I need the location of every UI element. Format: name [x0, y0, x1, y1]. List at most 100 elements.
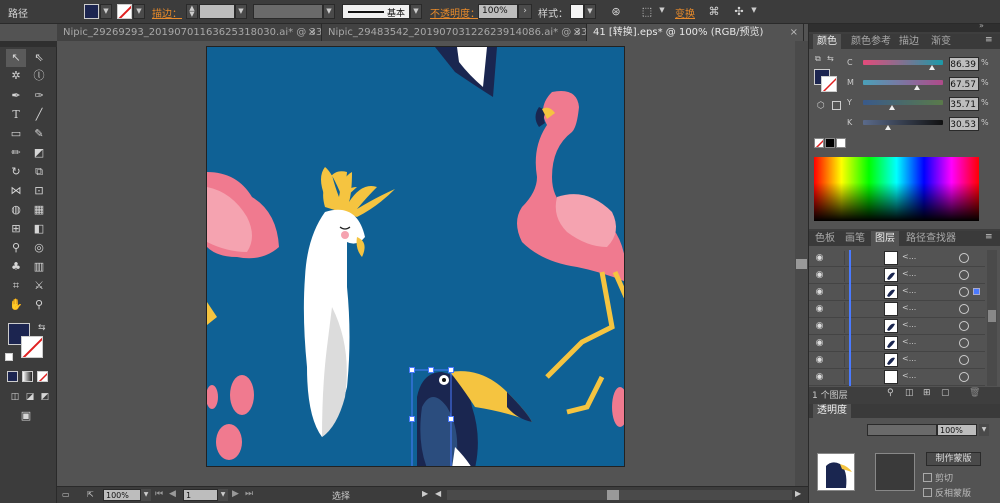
menu-dropdown[interactable]: ▼ — [748, 4, 760, 19]
horizontal-scroll-track[interactable] — [447, 490, 792, 500]
graphic-style-swatch[interactable] — [570, 4, 584, 19]
default-fill-stroke-icon[interactable]: ⧉ — [815, 54, 821, 64]
stroke-weight-input[interactable] — [199, 4, 235, 19]
target-circle-icon[interactable] — [959, 270, 969, 280]
scroll-right-arrow[interactable]: ▶ — [795, 489, 801, 498]
lock-toggle[interactable] — [831, 251, 845, 265]
shape-builder-tool-icon[interactable]: ◍ — [6, 201, 26, 219]
align-dropdown[interactable]: ▼ — [656, 4, 668, 19]
panel-menu-icon[interactable]: ≡ — [985, 232, 993, 242]
toolbar-grip[interactable] — [0, 41, 57, 47]
fill-swatch[interactable] — [84, 4, 99, 19]
transparency-opacity-input[interactable]: 100% — [937, 424, 977, 436]
channel-value-input[interactable]: 67.57 — [949, 77, 979, 91]
first-artboard-icon[interactable]: ⏮ — [155, 489, 163, 499]
variable-width-dropdown[interactable]: ▼ — [323, 4, 335, 19]
channel-value-input[interactable]: 30.53 — [949, 117, 979, 131]
visibility-eye-icon[interactable]: ◉ — [813, 371, 826, 384]
hand-tool-icon[interactable]: ✋ — [6, 296, 26, 314]
lock-toggle[interactable] — [831, 370, 845, 384]
rectangle-tool-icon[interactable]: ▭ — [6, 125, 26, 143]
tab-pathfinder[interactable]: 路径查找器 — [902, 231, 960, 246]
opacity-arrow[interactable]: › — [518, 4, 532, 19]
isolate-icon[interactable]: ⌘ — [705, 3, 723, 20]
brush-definition[interactable]: 基本 — [342, 4, 410, 19]
last-artboard-icon[interactable]: ⏭ — [245, 489, 253, 499]
toolbar-stroke-swatch[interactable] — [21, 336, 43, 358]
zoom-tool-icon[interactable]: ⚲ — [29, 296, 49, 314]
scale-tool-icon[interactable]: ⧉ — [29, 163, 49, 181]
opacity-label-link[interactable]: 不透明度： — [430, 5, 480, 20]
new-layer-icon[interactable]: ▢ — [941, 388, 950, 398]
eraser-tool-icon[interactable]: ◩ — [29, 144, 49, 162]
panel-dock-grip[interactable]: » — [809, 21, 1000, 32]
document-tab-2[interactable]: Nipic_29483542_20190703122623914086.ai* … — [322, 24, 587, 41]
align-to-icon[interactable]: ⬚ — [638, 3, 656, 20]
lock-toggle[interactable] — [831, 285, 845, 299]
stroke-swatch[interactable] — [117, 4, 132, 19]
tab-brushes[interactable]: 画笔 — [841, 231, 869, 246]
black-swatch[interactable] — [825, 138, 835, 148]
locate-object-icon[interactable]: ⚲ — [887, 388, 894, 398]
target-circle-icon[interactable] — [959, 287, 969, 297]
collapse-icon[interactable]: » — [979, 21, 984, 30]
lock-toggle[interactable] — [831, 336, 845, 350]
layers-scrollbar[interactable] — [987, 250, 997, 386]
lock-toggle[interactable] — [831, 302, 845, 316]
panel-menu-icon[interactable]: ≡ — [985, 35, 993, 45]
channel-value-input[interactable]: 86.39 — [949, 57, 979, 71]
slider-handle[interactable] — [888, 105, 895, 110]
tab-color-guide[interactable]: 颜色参考 — [847, 34, 895, 49]
document-tab-3[interactable]: 41 [转换].eps* @ 100% (RGB/预览) × — [587, 24, 804, 41]
selection-indicator[interactable] — [973, 288, 980, 295]
opacity-dropdown[interactable]: ▼ — [979, 424, 989, 436]
share-icon[interactable]: ⇱ — [87, 490, 94, 499]
width-tool-icon[interactable]: ⋈ — [6, 182, 26, 200]
perspective-grid-tool-icon[interactable]: ▦ — [29, 201, 49, 219]
none-swatch[interactable] — [814, 138, 824, 148]
fill-dropdown[interactable]: ▼ — [100, 4, 112, 19]
selection-handle[interactable] — [409, 367, 415, 373]
paintbrush-tool-icon[interactable]: ✎ — [29, 125, 49, 143]
eyedropper-tool-icon[interactable]: ⚲ — [6, 239, 26, 257]
layer-row[interactable]: ◉ <... — [809, 369, 985, 386]
layer-row[interactable]: ◉ <... — [809, 352, 985, 369]
selection-tool-icon[interactable]: ↖ — [6, 49, 26, 67]
artboard[interactable] — [206, 46, 625, 467]
tab-transparency[interactable]: 透明度 — [813, 404, 851, 418]
make-mask-button[interactable]: 制作蒙版 — [926, 452, 981, 466]
target-circle-icon[interactable] — [959, 338, 969, 348]
selection-handle[interactable] — [448, 416, 454, 422]
clipping-mask-icon[interactable]: ◫ — [905, 388, 914, 398]
default-colors-icon[interactable] — [5, 353, 13, 361]
status-menu-arrow[interactable]: ▶ — [422, 489, 428, 498]
horizontal-scroll-thumb[interactable] — [607, 490, 619, 500]
stroke-dropdown[interactable]: ▼ — [133, 4, 145, 19]
color-spectrum[interactable] — [814, 157, 979, 221]
mesh-tool-icon[interactable]: ⊞ — [6, 220, 26, 238]
channel-slider[interactable] — [863, 100, 943, 105]
symbol-sprayer-tool-icon[interactable]: ♣ — [6, 258, 26, 276]
channel-slider[interactable] — [863, 120, 943, 125]
close-icon[interactable]: × — [790, 24, 798, 41]
layer-row[interactable]: ◉ <... — [809, 335, 985, 352]
target-circle-icon[interactable] — [959, 321, 969, 331]
web-safe-icon[interactable] — [832, 101, 841, 110]
pen-tool-icon[interactable]: ✒ — [6, 87, 26, 105]
recolor-artwork-icon[interactable]: ⊛ — [607, 3, 625, 20]
stroke-weight-dropdown[interactable]: ▼ — [235, 4, 247, 19]
visibility-eye-icon[interactable]: ◉ — [813, 303, 826, 316]
layers-scroll-thumb[interactable] — [988, 310, 996, 322]
curvature-tool-icon[interactable]: ✑ — [29, 87, 49, 105]
swap-fill-stroke-icon[interactable]: ⇆ — [38, 323, 46, 333]
lock-toggle[interactable] — [831, 319, 845, 333]
close-icon[interactable]: × — [573, 24, 581, 41]
swap-icon[interactable]: ⇆ — [827, 54, 834, 63]
stroke-weight-stepper[interactable]: ▲ ▼ — [186, 4, 198, 19]
out-of-gamut-icon[interactable]: ⬡ — [817, 101, 825, 111]
selection-handle[interactable] — [409, 416, 415, 422]
zoom-input[interactable]: 100% — [103, 489, 141, 501]
vertical-scroll-thumb[interactable] — [796, 259, 807, 269]
selection-handle[interactable] — [428, 367, 434, 373]
target-circle-icon[interactable] — [959, 355, 969, 365]
